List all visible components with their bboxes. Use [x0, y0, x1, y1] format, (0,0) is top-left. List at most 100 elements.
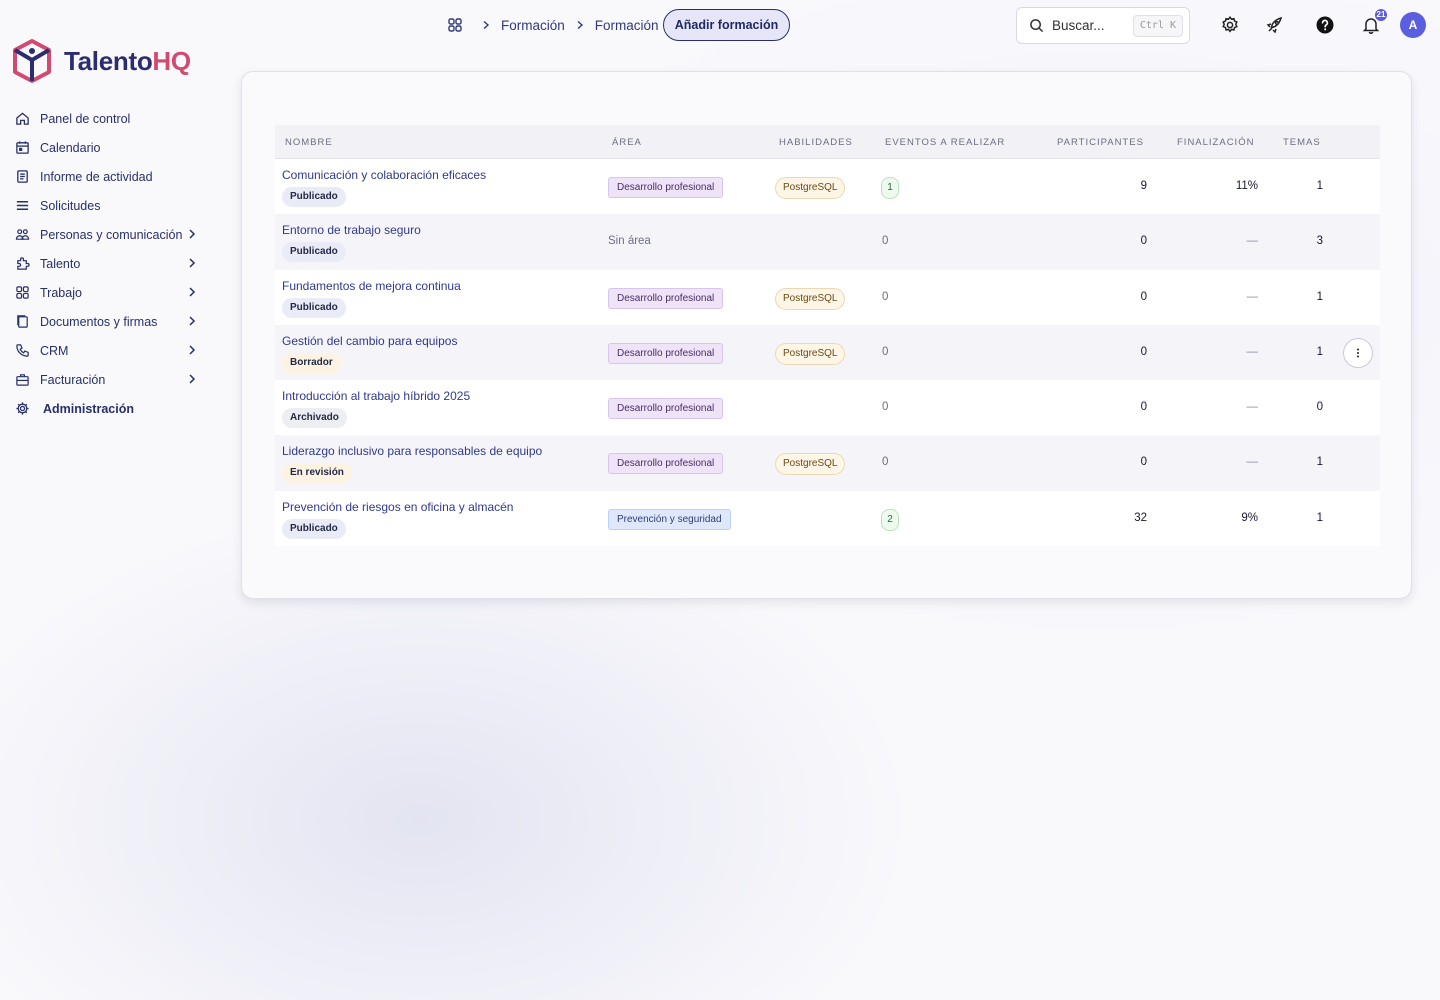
events-count: 0 — [882, 290, 889, 303]
status-badge: Publicado — [282, 187, 346, 207]
events-count: 0 — [882, 401, 889, 414]
home-icon — [15, 111, 30, 126]
calendar-icon — [15, 140, 30, 155]
rocket-icon — [1266, 16, 1283, 34]
participants-value: 32 — [1134, 511, 1147, 524]
events-count: 0 — [882, 456, 889, 469]
sidebar-item-crm[interactable]: CRM — [0, 336, 210, 365]
table-row[interactable]: Introducción al trabajo híbrido 2025 Arc… — [275, 380, 1380, 436]
table-row[interactable]: Comunicación y colaboración eficaces Pub… — [275, 159, 1380, 215]
table-row[interactable]: Prevención de riesgos en oficina y almac… — [275, 490, 1380, 547]
table-row[interactable]: Entorno de trabajo seguro Publicado Sin … — [275, 214, 1380, 270]
sidebar-item-administracion[interactable]: Administración — [0, 394, 210, 423]
training-name-link[interactable]: Fundamentos de mejora continua — [282, 279, 461, 293]
completion-value: 11% — [1235, 180, 1258, 192]
training-name-link[interactable]: Liderazgo inclusivo para responsables de… — [282, 444, 542, 458]
sidebar-item-panel-de-control[interactable]: Panel de control — [0, 104, 210, 133]
avatar[interactable]: A — [1400, 12, 1426, 38]
status-badge: Archivado — [282, 408, 347, 429]
chevron-right-icon — [189, 345, 196, 355]
completion-value: — — [1246, 456, 1259, 469]
skill-tag: PostgreSQL — [775, 177, 846, 199]
sidebar-item-facturacion[interactable]: Facturación — [0, 365, 210, 394]
topics-value: 1 — [1316, 345, 1323, 358]
area-tag: Desarrollo profesional — [608, 342, 724, 364]
participants-value: 0 — [1140, 456, 1147, 469]
search-icon — [1030, 19, 1044, 33]
completion-value: 9% — [1241, 511, 1258, 524]
gear-icon — [1222, 15, 1238, 33]
participants-value: 0 — [1140, 235, 1147, 248]
settings-button[interactable] — [1219, 14, 1241, 36]
chevron-right-icon — [189, 374, 196, 384]
row-actions-button[interactable] — [1343, 337, 1373, 368]
chevron-right-icon — [483, 20, 490, 30]
status-badge: Publicado — [282, 297, 346, 318]
sidebar-item-talento[interactable]: Talento — [0, 249, 210, 278]
table-row[interactable]: Fundamentos de mejora continua Publicado… — [275, 269, 1380, 325]
events-count-badge: 2 — [881, 508, 899, 531]
list-icon — [15, 198, 30, 213]
sidebar-item-calendario[interactable]: Calendario — [0, 133, 210, 162]
briefcase-icon — [15, 372, 30, 387]
topics-value: 1 — [1316, 290, 1323, 303]
table-header: Nombre Área Habilidades Eventos a realiz… — [275, 125, 1380, 159]
column-header-eventos[interactable]: Eventos a realizar — [885, 137, 1005, 148]
launch-button[interactable] — [1264, 14, 1286, 36]
column-header-nombre[interactable]: Nombre — [285, 137, 333, 148]
training-name-link[interactable]: Entorno de trabajo seguro — [282, 223, 421, 237]
sidebar-item-solicitudes[interactable]: Solicitudes — [0, 191, 210, 220]
apps-grid-icon[interactable] — [447, 17, 463, 33]
breadcrumb: Formación Formación — [447, 14, 659, 36]
topics-value: 1 — [1316, 511, 1323, 524]
events-count: 0 — [882, 345, 889, 358]
sidebar-item-informe-de-actividad[interactable]: Informe de actividad — [0, 162, 210, 191]
logo-cube-icon — [13, 39, 51, 83]
chevron-right-icon — [577, 20, 583, 30]
search-shortcut-hint: Ctrl K — [1132, 15, 1183, 37]
sidebar-item-personas-y-comunicacion[interactable]: Personas y comunicación — [0, 220, 210, 249]
help-button[interactable] — [1314, 14, 1336, 36]
brand-logo[interactable]: TalentoHQ — [12, 38, 191, 84]
sidebar-nav: Panel de control Calendario Informe de a… — [0, 104, 210, 423]
breadcrumb-item-current[interactable]: Formación — [595, 18, 659, 33]
search-input[interactable] — [1052, 18, 1132, 33]
column-header-participantes[interactable]: Participantes — [1057, 137, 1144, 148]
help-icon — [1316, 16, 1334, 34]
participants-value: 9 — [1140, 180, 1147, 192]
skill-tag: PostgreSQL — [775, 453, 846, 476]
grid-icon — [15, 285, 30, 300]
events-count: 0 — [882, 235, 889, 248]
add-training-button[interactable]: Añadir formación — [663, 9, 790, 41]
training-name-link[interactable]: Comunicación y colaboración eficaces — [282, 168, 486, 182]
gear-icon — [15, 401, 30, 416]
training-name-link[interactable]: Gestión del cambio para equipos — [282, 334, 457, 348]
area-tag: Desarrollo profesional — [608, 287, 724, 309]
training-name-link[interactable]: Prevención de riesgos en oficina y almac… — [282, 500, 513, 514]
training-name-link[interactable]: Introducción al trabajo híbrido 2025 — [282, 389, 470, 403]
table-row[interactable]: Liderazgo inclusivo para responsables de… — [275, 435, 1380, 491]
sidebar-item-trabajo[interactable]: Trabajo — [0, 278, 210, 307]
sidebar-item-documentos-y-firmas[interactable]: Documentos y firmas — [0, 307, 210, 336]
table-row[interactable]: Gestión del cambio para equipos Borrador… — [275, 324, 1380, 381]
completion-value: — — [1246, 235, 1259, 248]
status-badge: En revisión — [282, 463, 352, 484]
column-header-finalizacion[interactable]: Finalización — [1177, 137, 1254, 148]
area-empty-text: Sin área — [608, 235, 651, 248]
completion-value: — — [1246, 290, 1259, 303]
column-header-area[interactable]: Área — [612, 137, 642, 148]
documents-icon — [15, 314, 30, 329]
trainings-card: Nombre Área Habilidades Eventos a realiz… — [241, 71, 1412, 599]
participants-value: 0 — [1140, 345, 1147, 358]
search-box[interactable]: Ctrl K — [1016, 7, 1190, 44]
people-icon — [15, 227, 30, 242]
participants-value: 0 — [1140, 401, 1147, 414]
column-header-temas[interactable]: Temas — [1283, 137, 1321, 148]
column-header-habilidades[interactable]: Habilidades — [779, 137, 853, 148]
area-tag: Desarrollo profesional — [608, 453, 724, 475]
skill-tag: PostgreSQL — [775, 287, 846, 310]
breadcrumb-item[interactable]: Formación — [501, 18, 565, 33]
status-badge: Publicado — [282, 242, 346, 263]
notification-count-badge: 21 — [1375, 9, 1387, 21]
status-badge: Publicado — [282, 518, 346, 539]
